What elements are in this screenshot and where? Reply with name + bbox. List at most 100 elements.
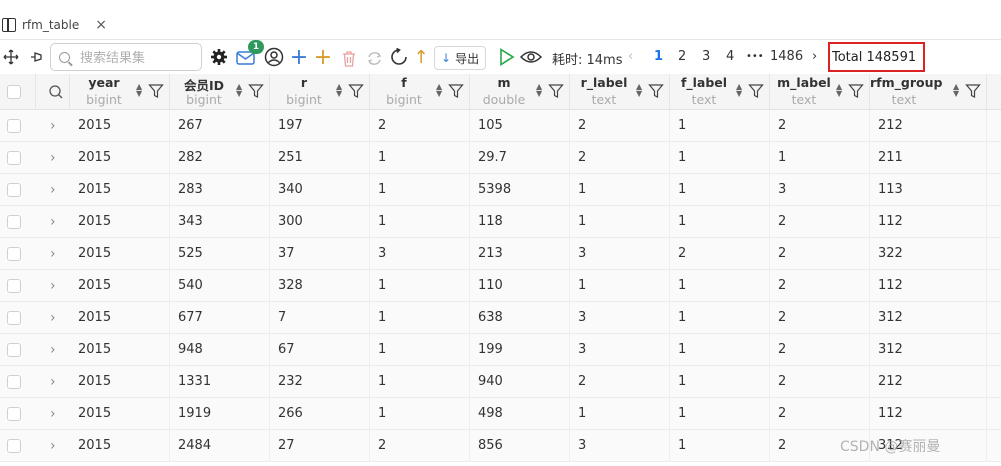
column-header-3[interactable]: f bigint ▲ ▼ xyxy=(370,74,470,110)
upload-arrow-icon[interactable]: ↑ xyxy=(410,46,432,68)
table-cell[interactable]: 328 xyxy=(270,270,370,302)
table-cell[interactable]: 2 xyxy=(570,366,670,398)
search-input[interactable] xyxy=(80,49,190,65)
page-ellipsis[interactable]: ••• xyxy=(746,51,764,62)
table-row[interactable]: › 2015 1919 266 1 498 1 1 2 112 xyxy=(0,398,1001,430)
column-header-5[interactable]: r_label text ▲ ▼ xyxy=(570,74,670,110)
table-cell[interactable]: 1 xyxy=(670,334,770,366)
table-cell[interactable]: 940 xyxy=(470,366,570,398)
table-cell[interactable]: 1 xyxy=(670,174,770,206)
table-cell[interactable]: 199 xyxy=(470,334,570,366)
tab-rfm-table[interactable]: rfm_table × xyxy=(0,10,107,40)
table-cell[interactable]: 2 xyxy=(370,110,470,142)
table-cell[interactable]: 2 xyxy=(770,270,870,302)
chevron-right-icon[interactable]: › xyxy=(50,430,56,462)
row-checkbox[interactable] xyxy=(7,215,21,229)
add-column-icon[interactable]: + xyxy=(312,45,334,70)
table-row[interactable]: › 2015 1331 232 1 940 2 1 2 212 xyxy=(0,366,1001,398)
row-checkbox[interactable] xyxy=(7,279,21,293)
table-cell[interactable]: 343 xyxy=(170,206,270,238)
table-cell[interactable]: 948 xyxy=(170,334,270,366)
table-cell[interactable]: 212 xyxy=(870,366,987,398)
chevron-right-icon[interactable]: › xyxy=(50,366,56,398)
table-cell[interactable]: 232 xyxy=(270,366,370,398)
filter-icon[interactable] xyxy=(248,83,264,99)
settings-gear-icon[interactable] xyxy=(208,46,230,68)
table-cell[interactable]: 1 xyxy=(670,302,770,334)
chevron-right-icon[interactable]: › xyxy=(50,334,56,366)
table-cell[interactable]: 1 xyxy=(370,334,470,366)
filter-icon[interactable] xyxy=(748,83,764,99)
table-cell[interactable]: 525 xyxy=(170,238,270,270)
table-cell[interactable]: 29.7 xyxy=(470,142,570,174)
page-2[interactable]: 2 xyxy=(678,49,686,64)
table-cell[interactable]: 2015 xyxy=(70,206,170,238)
table-cell[interactable]: 638 xyxy=(470,302,570,334)
chevron-right-icon[interactable]: › xyxy=(50,142,56,174)
table-cell[interactable]: 1 xyxy=(370,302,470,334)
table-cell[interactable]: 1 xyxy=(670,430,770,462)
table-cell[interactable]: 112 xyxy=(870,398,987,430)
table-row[interactable]: › 2015 283 340 1 5398 1 1 3 113 xyxy=(0,174,1001,206)
sort-arrows-icon[interactable]: ▲ ▼ xyxy=(736,83,742,98)
table-cell[interactable]: 312 xyxy=(870,302,987,334)
row-checkbox[interactable] xyxy=(7,343,21,357)
table-cell[interactable]: 37 xyxy=(270,238,370,270)
table-cell[interactable]: 112 xyxy=(870,270,987,302)
table-cell[interactable]: 1 xyxy=(570,206,670,238)
chevron-right-icon[interactable]: › xyxy=(50,110,56,142)
table-row[interactable]: › 2015 267 197 2 105 2 1 2 212 xyxy=(0,110,1001,142)
row-checkbox[interactable] xyxy=(7,439,21,453)
filter-icon[interactable] xyxy=(965,83,981,99)
table-cell[interactable]: 1 xyxy=(370,142,470,174)
sort-arrows-icon[interactable]: ▲ ▼ xyxy=(236,83,242,98)
sort-arrows-icon[interactable]: ▲ ▼ xyxy=(636,83,642,98)
table-cell[interactable]: 67 xyxy=(270,334,370,366)
sync-icon[interactable] xyxy=(363,47,385,69)
pin-icon[interactable] xyxy=(26,46,48,68)
table-cell[interactable]: 2015 xyxy=(70,110,170,142)
table-cell[interactable]: 2 xyxy=(670,238,770,270)
table-cell[interactable]: 105 xyxy=(470,110,570,142)
table-cell[interactable]: 3 xyxy=(570,334,670,366)
page-last[interactable]: 1486 xyxy=(770,49,803,64)
table-cell[interactable]: 2 xyxy=(570,110,670,142)
table-cell[interactable]: 2 xyxy=(770,366,870,398)
table-row[interactable]: › 2015 525 37 3 213 3 2 2 322 xyxy=(0,238,1001,270)
table-cell[interactable]: 1331 xyxy=(170,366,270,398)
column-header-1[interactable]: 会员ID bigint ▲ ▼ xyxy=(170,74,270,110)
table-cell[interactable]: 1 xyxy=(670,142,770,174)
table-cell[interactable]: 2015 xyxy=(70,334,170,366)
column-header-0[interactable]: year bigint ▲ ▼ xyxy=(70,74,170,110)
column-header-4[interactable]: m double ▲ ▼ xyxy=(470,74,570,110)
column-header-8[interactable]: rfm_group text ▲ ▼ xyxy=(870,74,987,110)
table-cell[interactable]: 211 xyxy=(870,142,987,174)
row-checkbox[interactable] xyxy=(7,247,21,261)
table-cell[interactable]: 1 xyxy=(370,270,470,302)
table-cell[interactable]: 2 xyxy=(770,110,870,142)
table-cell[interactable]: 2015 xyxy=(70,398,170,430)
row-checkbox[interactable] xyxy=(7,375,21,389)
filter-icon[interactable] xyxy=(848,83,864,99)
table-cell[interactable]: 2015 xyxy=(70,238,170,270)
table-cell[interactable]: 5398 xyxy=(470,174,570,206)
next-page-chevron-icon[interactable]: › xyxy=(812,49,817,64)
table-cell[interactable]: 7 xyxy=(270,302,370,334)
table-cell[interactable]: 2 xyxy=(770,238,870,270)
user-icon[interactable] xyxy=(263,46,285,68)
row-checkbox[interactable] xyxy=(7,119,21,133)
row-checkbox[interactable] xyxy=(7,183,21,197)
table-cell[interactable]: 251 xyxy=(270,142,370,174)
table-cell[interactable]: 266 xyxy=(270,398,370,430)
column-search-icon[interactable] xyxy=(48,84,64,100)
table-cell[interactable]: 1 xyxy=(670,398,770,430)
row-checkbox[interactable] xyxy=(7,407,21,421)
column-header-7[interactable]: m_label text ▲ ▼ xyxy=(770,74,870,110)
table-cell[interactable]: 212 xyxy=(870,110,987,142)
table-cell[interactable]: 2484 xyxy=(170,430,270,462)
table-cell[interactable]: 27 xyxy=(270,430,370,462)
table-cell[interactable]: 677 xyxy=(170,302,270,334)
row-checkbox[interactable] xyxy=(7,151,21,165)
add-row-icon[interactable]: + xyxy=(288,45,310,70)
table-cell[interactable]: 1 xyxy=(670,270,770,302)
